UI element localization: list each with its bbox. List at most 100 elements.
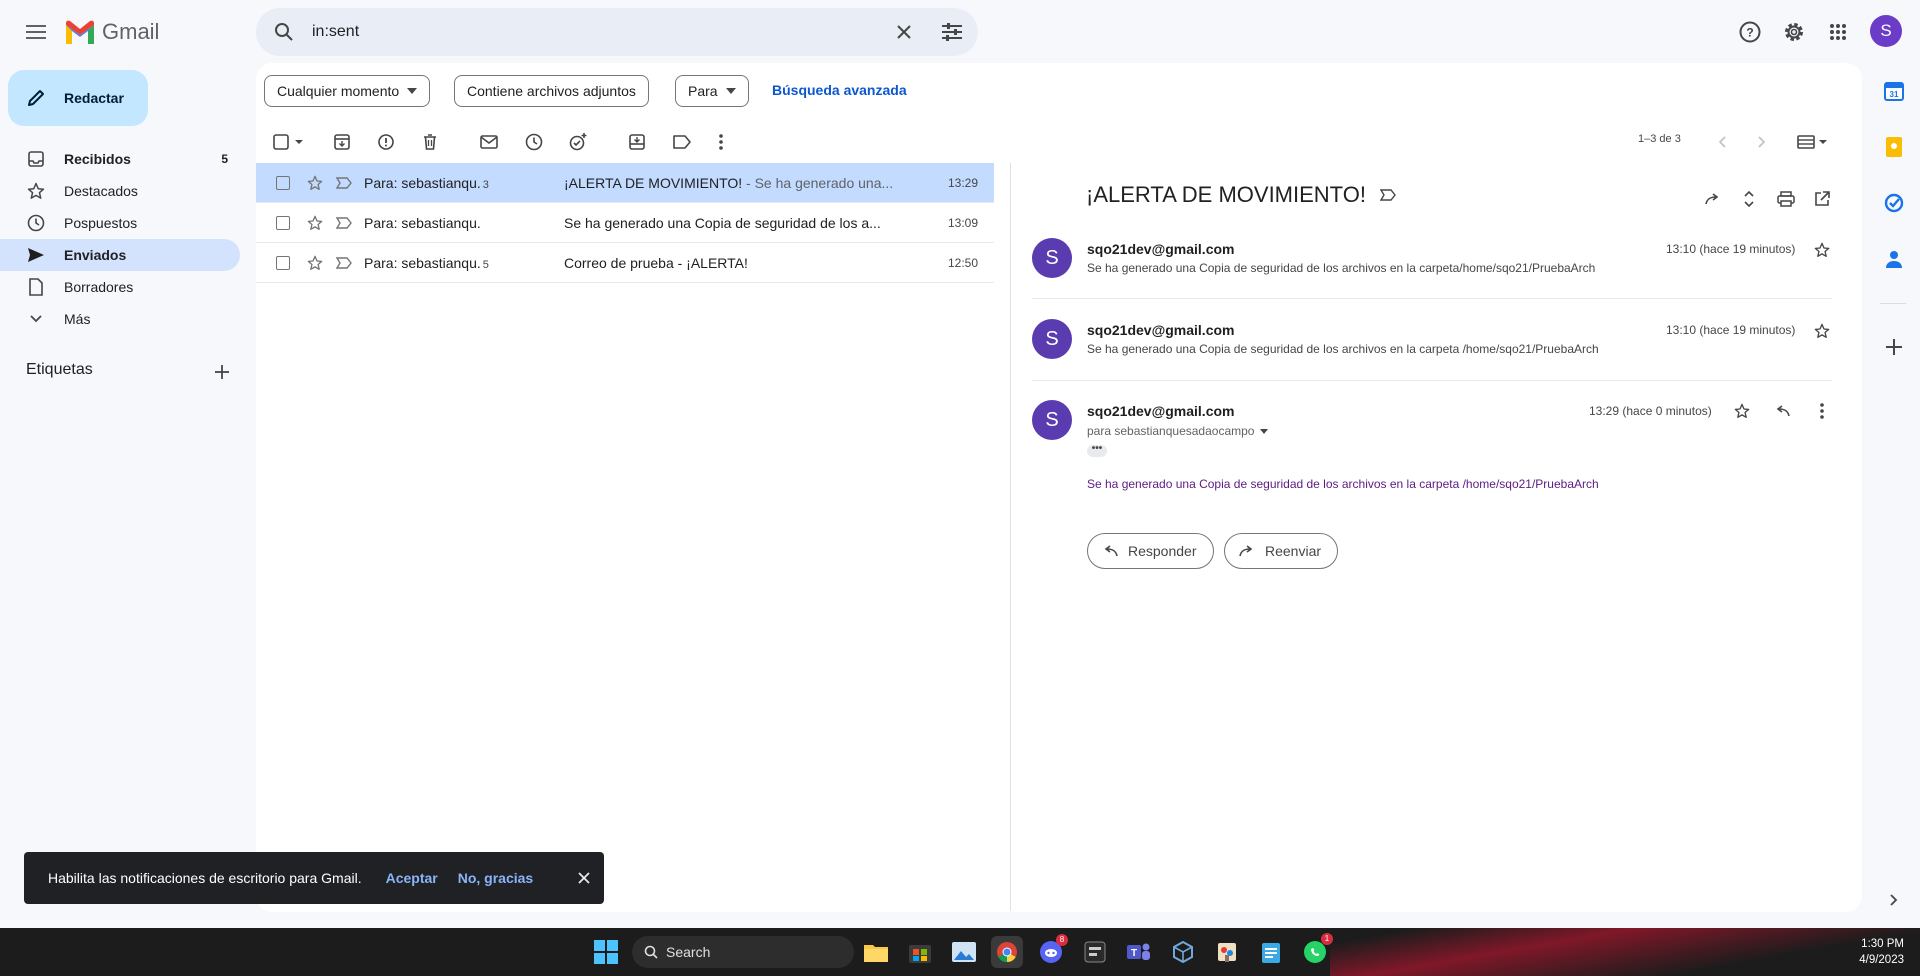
next-page-icon[interactable] (1746, 126, 1778, 158)
reply-icon[interactable] (1770, 399, 1794, 423)
move-to-icon[interactable] (621, 126, 653, 158)
sender-email[interactable]: sqo21dev@gmail.com (1087, 403, 1234, 419)
keep-icon[interactable] (1880, 133, 1908, 161)
compose-button[interactable]: Redactar (8, 70, 148, 126)
mark-unread-icon[interactable] (473, 126, 505, 158)
main-menu-button[interactable] (16, 12, 56, 52)
importance-marker-icon[interactable] (336, 176, 352, 189)
get-addons-icon[interactable] (1880, 333, 1908, 361)
archive-icon[interactable] (326, 126, 358, 158)
virtualbox-icon[interactable] (1167, 936, 1199, 968)
add-label-icon[interactable] (208, 360, 236, 384)
sidebar-item-more[interactable]: Más (0, 303, 240, 335)
show-trimmed-content-button[interactable]: ••• (1087, 444, 1107, 457)
label-icon[interactable] (666, 126, 698, 158)
whatsapp-icon[interactable]: 1 (1299, 933, 1333, 968)
message-snippet[interactable]: Se ha generado una Copia de seguridad de… (1087, 342, 1599, 356)
snooze-icon[interactable] (518, 126, 550, 158)
tasks-icon[interactable] (1880, 189, 1908, 217)
importance-marker-icon[interactable] (1379, 189, 1396, 201)
paint-icon[interactable] (1211, 936, 1243, 968)
open-new-window-icon[interactable] (1806, 183, 1838, 215)
photos-icon[interactable] (948, 936, 980, 968)
delete-icon[interactable] (414, 126, 446, 158)
importance-marker-icon[interactable] (336, 216, 352, 229)
teams-icon[interactable]: T (1123, 936, 1155, 968)
sender-avatar[interactable]: S (1032, 400, 1072, 440)
more-vert-icon[interactable] (1810, 399, 1834, 423)
apps-grid-icon[interactable] (1818, 12, 1858, 52)
sidebar-item-drafts[interactable]: Borradores (0, 271, 240, 303)
add-to-tasks-icon[interactable] (562, 126, 594, 158)
sidebar-item-inbox[interactable]: Recibidos 5 (0, 143, 240, 175)
select-all-checkbox[interactable] (268, 126, 308, 158)
thread-count: 3 (482, 178, 489, 191)
expand-all-icon[interactable] (1733, 183, 1765, 215)
taskbar-search[interactable]: Search (632, 936, 854, 968)
report-spam-icon[interactable] (370, 126, 402, 158)
prev-page-icon[interactable] (1706, 126, 1738, 158)
settings-gear-icon[interactable] (1774, 12, 1814, 52)
sidebar-item-sent[interactable]: Enviados (0, 239, 240, 271)
taskbar-clock[interactable]: 1:30 PM 4/9/2023 (1859, 936, 1904, 968)
star-icon[interactable] (1730, 399, 1754, 423)
clear-search-icon[interactable] (882, 8, 926, 56)
accept-notifications-button[interactable]: Aceptar (386, 870, 438, 886)
account-avatar[interactable]: S (1870, 15, 1902, 47)
print-icon[interactable] (1770, 183, 1802, 215)
show-side-panel-icon[interactable] (1880, 886, 1908, 914)
message-separator (1032, 298, 1832, 299)
row-checkbox[interactable] (276, 175, 290, 190)
filter-to-chip[interactable]: Para (675, 75, 749, 107)
search-input[interactable]: in:sent (312, 23, 882, 41)
filter-date-chip[interactable]: Cualquier momento (264, 75, 431, 107)
email-row[interactable]: Para: sebastianqu. Se ha generado una Co… (256, 203, 994, 243)
more-vert-icon[interactable] (705, 126, 737, 158)
help-icon[interactable]: ? (1730, 12, 1770, 52)
sender-avatar[interactable]: S (1032, 319, 1072, 359)
windows-start-icon[interactable] (590, 936, 622, 968)
reply-button[interactable]: Responder (1087, 533, 1214, 569)
chrome-icon[interactable] (991, 936, 1023, 968)
search-icon[interactable] (256, 8, 312, 56)
recipient-details[interactable]: para sebastianquesadaocampo (1087, 424, 1269, 438)
microsoft-store-icon[interactable] (904, 936, 936, 968)
star-icon[interactable] (306, 255, 324, 271)
calendar-icon[interactable]: 31 (1880, 77, 1908, 105)
sender-email[interactable]: sqo21dev@gmail.com (1087, 241, 1234, 257)
app-icon[interactable] (1079, 936, 1111, 968)
search-options-icon[interactable] (926, 8, 978, 56)
row-checkbox[interactable] (276, 215, 290, 230)
caret-down-icon (1260, 428, 1269, 434)
clock-icon (26, 214, 46, 232)
close-icon[interactable] (578, 872, 590, 884)
gmail-logo[interactable]: Gmail (64, 14, 159, 50)
star-icon[interactable] (306, 215, 324, 231)
file-explorer-icon[interactable] (860, 936, 892, 968)
pane-divider[interactable] (1010, 163, 1011, 911)
discord-icon[interactable]: 8 (1035, 934, 1068, 968)
sidebar-item-label: Borradores (64, 279, 134, 295)
sidebar-item-starred[interactable]: Destacados (0, 175, 240, 207)
notepad-icon[interactable] (1255, 936, 1287, 968)
advanced-search-link[interactable]: Búsqueda avanzada (772, 82, 907, 98)
star-icon[interactable] (306, 175, 324, 191)
star-icon[interactable] (1810, 238, 1834, 262)
decline-notifications-button[interactable]: No, gracias (458, 870, 533, 886)
sender-email[interactable]: sqo21dev@gmail.com (1087, 322, 1234, 338)
message-snippet[interactable]: Se ha generado una Copia de seguridad de… (1087, 261, 1595, 275)
forward-label: Reenviar (1265, 543, 1322, 559)
sidebar-item-snoozed[interactable]: Pospuestos (0, 207, 240, 239)
forward-button[interactable]: Reenviar (1224, 533, 1339, 569)
forward-all-icon[interactable] (1697, 183, 1729, 215)
row-checkbox[interactable] (276, 255, 290, 270)
importance-marker-icon[interactable] (336, 256, 352, 269)
email-row[interactable]: Para: sebastianqu. 3 ¡ALERTA DE MOVIMIENT… (256, 163, 994, 203)
split-pane-toggle-icon[interactable] (1792, 126, 1832, 158)
email-row[interactable]: Para: sebastianqu. 5 Correo de prueba - ¡… (256, 243, 994, 283)
filter-attachments-chip[interactable]: Contiene archivos adjuntos (454, 75, 649, 107)
star-icon[interactable] (1810, 319, 1834, 343)
contacts-icon[interactable] (1880, 245, 1908, 273)
sender-avatar[interactable]: S (1032, 238, 1072, 278)
search-bar[interactable]: in:sent (256, 8, 978, 56)
